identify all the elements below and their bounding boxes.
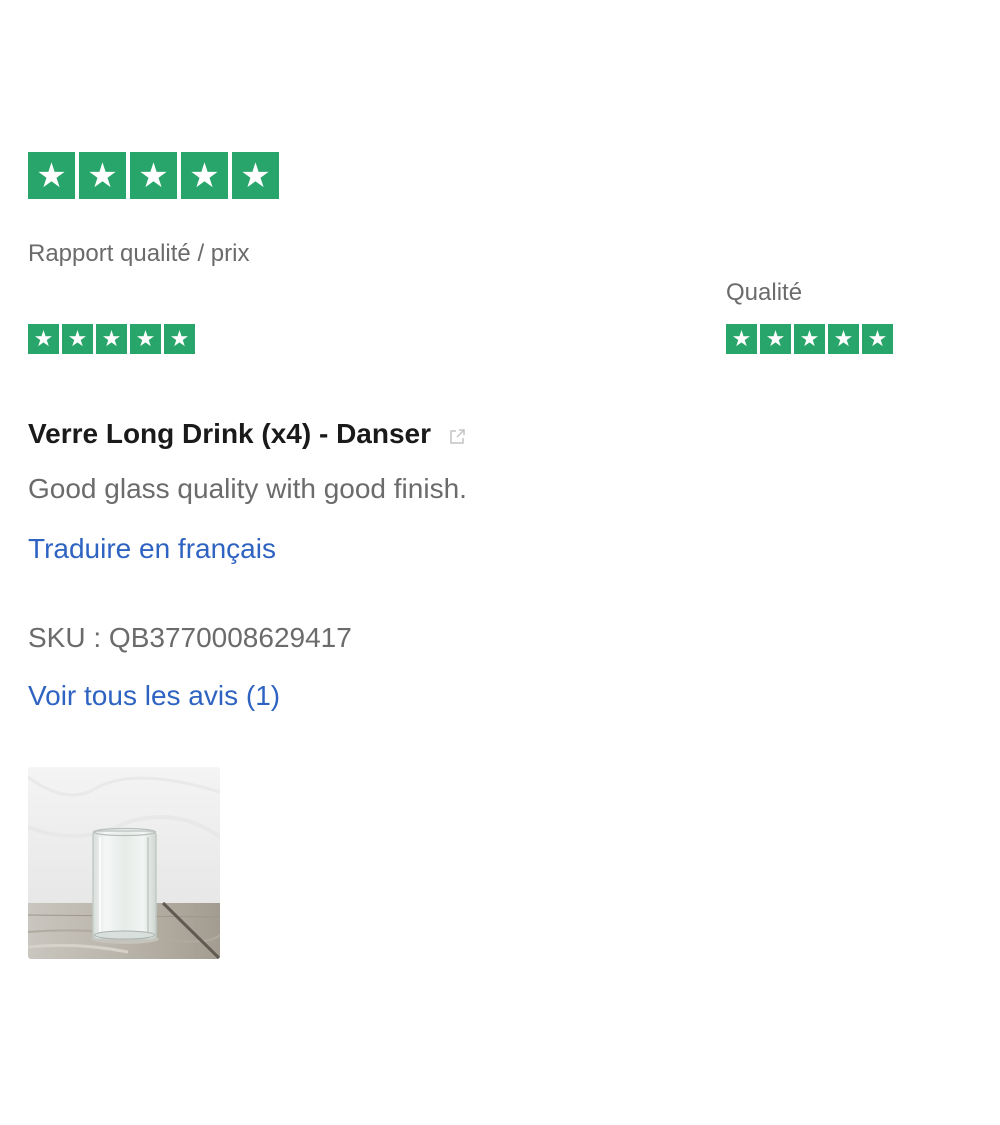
star-icon: ★ — [794, 324, 825, 354]
glass-photo-image — [28, 767, 220, 959]
star-icon: ★ — [79, 152, 126, 199]
star-icon: ★ — [62, 324, 93, 354]
review-text: Good glass quality with good finish. — [28, 473, 467, 504]
star-icon: ★ — [130, 152, 177, 199]
review-photo-thumbnail[interactable] — [28, 767, 220, 959]
star-icon: ★ — [862, 324, 893, 354]
star-icon: ★ — [28, 324, 59, 354]
product-title-row[interactable]: Verre Long Drink (x4) - Danser — [28, 418, 466, 450]
quality-rating-stars: ★ ★ ★ ★ ★ — [726, 324, 893, 354]
star-icon: ★ — [760, 324, 791, 354]
value-rating-label: Rapport qualité / prix — [28, 240, 250, 267]
star-icon: ★ — [828, 324, 859, 354]
translate-link[interactable]: Traduire en français — [28, 533, 276, 565]
star-icon: ★ — [181, 152, 228, 199]
quality-rating-label: Qualité — [726, 279, 803, 306]
star-icon: ★ — [96, 324, 127, 354]
star-icon: ★ — [164, 324, 195, 354]
overall-rating-stars: ★ ★ ★ ★ ★ — [28, 152, 279, 199]
sku-text: SKU : QB3770008629417 — [28, 622, 352, 653]
product-title[interactable]: Verre Long Drink (x4) - Danser — [28, 418, 431, 450]
star-icon: ★ — [726, 324, 757, 354]
see-all-reviews-link[interactable]: Voir tous les avis (1) — [28, 680, 280, 712]
value-rating-stars: ★ ★ ★ ★ ★ — [28, 324, 195, 354]
star-icon: ★ — [28, 152, 75, 199]
external-link-icon[interactable] — [449, 428, 466, 445]
star-icon: ★ — [130, 324, 161, 354]
star-icon: ★ — [232, 152, 279, 199]
